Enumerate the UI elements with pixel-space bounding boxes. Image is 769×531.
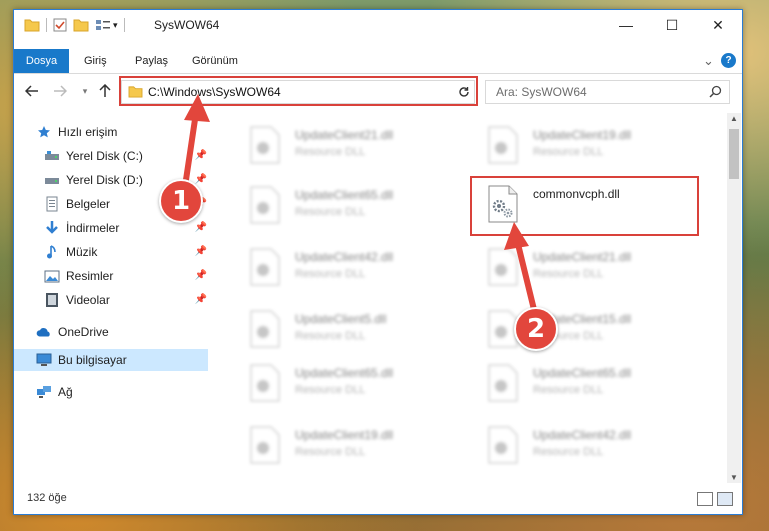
step-1-badge: 1 [159,179,203,223]
file-explorer-window: ▾ SysWOW64 — ☐ ✕ Dosya Giriş Paylaş Görü… [13,9,743,515]
annotation-arrows [180,94,541,329]
step-2-badge: 2 [514,307,558,351]
